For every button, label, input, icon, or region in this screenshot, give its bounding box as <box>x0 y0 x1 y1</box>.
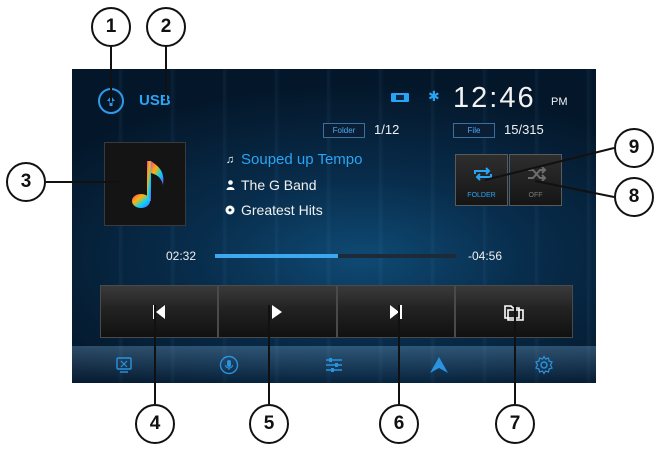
home-up-button[interactable] <box>386 346 491 383</box>
progress-bar-fill <box>215 254 338 258</box>
callout-3: 3 <box>6 162 46 202</box>
back-button[interactable] <box>98 88 124 114</box>
clock-time: 12:46 <box>453 82 536 114</box>
playback-controls <box>100 285 573 338</box>
callout-1: 1 <box>91 7 131 47</box>
settings-gear-icon <box>534 354 553 375</box>
bottom-nav-bar <box>72 346 596 383</box>
elapsed-time: 02:32 <box>166 249 197 263</box>
folder-browse-button[interactable] <box>454 285 573 338</box>
voice-button[interactable] <box>177 346 282 383</box>
album-art <box>104 142 186 226</box>
equalizer-button[interactable] <box>282 346 387 383</box>
album-name: Greatest Hits <box>241 202 323 218</box>
next-track-button[interactable] <box>336 285 455 338</box>
shuffle-mode-label: OFF <box>528 192 543 199</box>
usb-icon <box>391 93 409 102</box>
repeat-mode-button[interactable]: FOLDER <box>455 154 508 206</box>
equalizer-icon <box>325 357 342 372</box>
track-title: Souped up Tempo <box>241 151 363 168</box>
microphone-icon <box>219 355 239 374</box>
shuffle-icon <box>528 167 547 181</box>
callout-7: 7 <box>495 404 535 444</box>
music-note-icon: ♫ <box>225 153 235 166</box>
file-tag: File <box>453 123 495 138</box>
clock-ampm: PM <box>551 96 568 108</box>
folder-tag: Folder <box>323 123 365 138</box>
previous-track-icon <box>153 304 166 319</box>
bluetooth-icon: ✱ <box>428 88 440 104</box>
callout-6: 6 <box>379 404 419 444</box>
person-icon <box>225 180 235 190</box>
track-title-row: ♫ Souped up Tempo <box>225 151 363 168</box>
callout-4: 4 <box>135 404 175 444</box>
back-arrow-icon <box>107 96 115 106</box>
settings-button[interactable] <box>491 346 596 383</box>
display-icon <box>116 356 133 373</box>
album-row: Greatest Hits <box>225 202 323 218</box>
repeat-icon <box>474 167 492 181</box>
file-count: 15/315 <box>504 122 544 137</box>
callout-5: 5 <box>249 404 289 444</box>
play-button[interactable] <box>218 285 337 338</box>
progress-bar[interactable] <box>215 254 456 258</box>
display-button[interactable] <box>72 346 177 383</box>
next-track-icon <box>389 304 402 319</box>
remaining-time: -04:56 <box>468 249 503 263</box>
callout-2: 2 <box>146 7 186 47</box>
head-unit-screen: USB ✱ 12:46 PM Folder 1/12 File 15/315 ♫… <box>72 69 596 383</box>
shuffle-mode-button[interactable]: OFF <box>509 154 562 206</box>
folder-count: 1/12 <box>374 122 400 137</box>
repeat-mode-label: FOLDER <box>467 192 496 199</box>
play-icon <box>272 304 283 319</box>
artist-name: The G Band <box>241 177 317 193</box>
disc-icon <box>225 205 235 215</box>
callout-8: 8 <box>614 177 654 217</box>
folder-icon <box>504 304 524 321</box>
music-note-art <box>132 161 164 208</box>
source-label: USB <box>139 92 171 109</box>
callout-9: 9 <box>614 128 654 168</box>
previous-track-button[interactable] <box>100 285 219 338</box>
artist-row: The G Band <box>225 177 317 193</box>
up-arrow-icon <box>429 356 448 373</box>
